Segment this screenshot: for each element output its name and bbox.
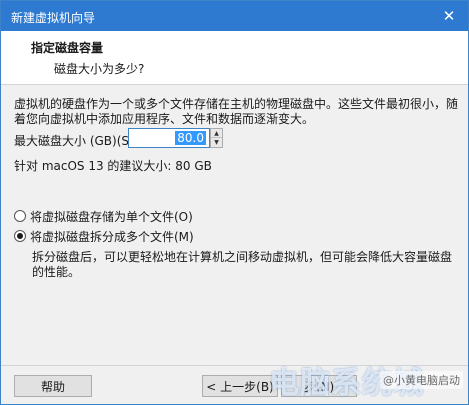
radio-single-file[interactable]: 将虚拟磁盘存储为单个文件(O) [14, 208, 193, 224]
page-subtitle: 磁盘大小为多少? [54, 62, 145, 76]
recommended-size-text: 针对 macOS 13 的建议大小: 80 GB [14, 159, 212, 173]
back-button-label: < 上一步(B) [206, 379, 274, 394]
radio-split-files[interactable]: 将虚拟磁盘拆分成多个文件(M) [14, 228, 194, 244]
max-disk-size-input[interactable]: 80.0 [128, 128, 210, 148]
next-button[interactable]: 步(N) [281, 375, 357, 397]
radio-single-file-label: 将虚拟磁盘存储为单个文件(O) [30, 209, 193, 224]
max-disk-size-value: 80.0 [175, 131, 206, 145]
help-button[interactable]: 帮助 [14, 375, 92, 397]
footer-divider [1, 365, 468, 366]
new-vm-wizard-window: 新建虚拟机向导 ✕ 指定磁盘容量 磁盘大小为多少? 虚拟机的硬盘作为一个或多个文… [0, 0, 469, 405]
close-icon: ✕ [442, 7, 456, 25]
back-button[interactable]: < 上一步(B) [202, 375, 278, 397]
max-disk-size-label: 最大磁盘大小 (GB)(S): [14, 134, 138, 148]
split-description: 拆分磁盘后，可以更轻松地在计算机之间移动虚拟机，但可能会降低大容量磁盘的性能。 [32, 250, 453, 279]
spin-up-icon: ▲ [214, 129, 219, 137]
radio-split-files-label: 将虚拟磁盘拆分成多个文件(M) [30, 229, 194, 244]
spin-down-icon: ▼ [214, 139, 219, 146]
radio-single-file-indicator[interactable] [14, 210, 26, 222]
help-button-label: 帮助 [40, 379, 65, 394]
window-title: 新建虚拟机向导 [11, 11, 96, 25]
wizard-header: 指定磁盘容量 磁盘大小为多少? [1, 31, 468, 85]
next-button-label: 步(N) [303, 379, 335, 394]
watermark-tag: @小黄电脑启动 [380, 371, 463, 389]
close-button[interactable]: ✕ [432, 3, 466, 29]
page-title: 指定磁盘容量 [31, 41, 104, 55]
spin-up-button[interactable]: ▲ [211, 129, 222, 138]
radio-split-files-indicator[interactable] [14, 230, 26, 242]
disk-size-spinner: ▲ ▼ [210, 128, 223, 148]
disk-description: 虚拟机的硬盘作为一个或多个文件存储在主机的物理磁盘中。这些文件最初很小，随着您向… [14, 97, 459, 126]
title-bar: 新建虚拟机向导 ✕ [1, 1, 468, 31]
spin-down-button[interactable]: ▼ [211, 138, 222, 147]
